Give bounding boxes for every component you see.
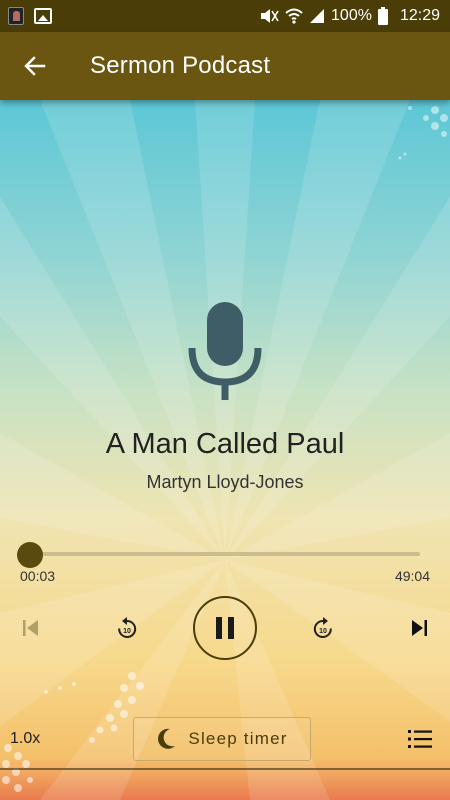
battery-percent: 100%	[331, 7, 372, 24]
svg-text:10: 10	[123, 628, 131, 635]
time-total: 49:04	[394, 568, 430, 584]
forward-10-icon: 10	[313, 617, 332, 638]
track-title: A Man Called Paul	[105, 428, 345, 460]
back-button[interactable]	[0, 32, 70, 100]
sleep-timer-button[interactable]: Sleep timer	[133, 717, 311, 761]
battery-icon	[377, 7, 388, 25]
svg-text:10: 10	[319, 628, 327, 635]
forward-button[interactable]: 10	[308, 612, 338, 644]
status-time: 12:29	[399, 7, 440, 24]
time-elapsed: 00:03	[20, 568, 56, 584]
progress-thumb[interactable]	[17, 542, 43, 568]
arrow-left-icon	[24, 56, 46, 76]
status-left	[8, 7, 52, 25]
sleep-timer-label: Sleep timer	[188, 729, 288, 748]
page-title: Sermon Podcast	[90, 52, 271, 79]
skip-next-icon	[412, 620, 427, 636]
playback-speed-button[interactable]: 1.0x	[10, 730, 40, 748]
status-right: 100% 12:29	[259, 7, 440, 25]
signal-icon	[310, 9, 325, 23]
rewind-10-icon: 10	[118, 617, 137, 638]
microphone-icon	[188, 302, 262, 400]
track-artist: Martyn Lloyd-Jones	[146, 472, 304, 492]
playlist-button[interactable]	[408, 729, 432, 754]
wifi-icon	[285, 8, 303, 24]
app-bar: Sermon Podcast	[0, 32, 450, 100]
moon-icon	[158, 728, 176, 749]
mute-icon	[261, 9, 279, 23]
image-notification-icon	[34, 8, 52, 24]
rewind-button[interactable]: 10	[112, 612, 142, 644]
previous-button[interactable]	[16, 614, 46, 642]
skip-previous-icon	[23, 620, 38, 636]
next-button[interactable]	[404, 614, 434, 642]
bottom-divider	[0, 768, 450, 770]
pause-button[interactable]	[193, 596, 257, 660]
status-bar: 100% 12:29	[0, 0, 450, 32]
pause-icon	[216, 617, 234, 639]
progress-bar[interactable]	[28, 552, 420, 556]
playlist-icon	[408, 730, 432, 748]
app-thumbnail-icon	[8, 7, 24, 25]
